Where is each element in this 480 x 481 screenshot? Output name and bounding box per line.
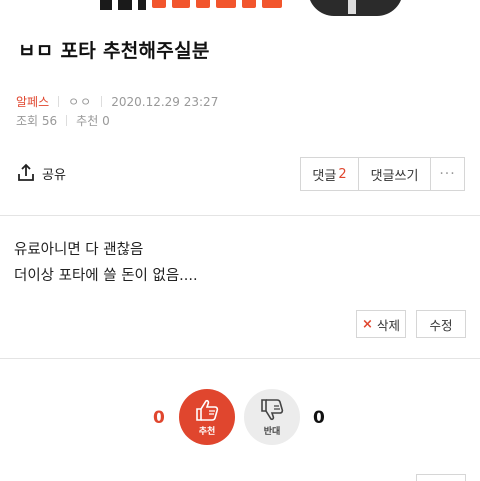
upvote-label: 추천 [198, 426, 216, 437]
post-date: 2020.12.29 23:27 [111, 94, 219, 109]
content-line: 유료아니면 다 괜찮음 [14, 242, 144, 258]
nickname: ㅇㅇ [68, 95, 93, 109]
close-icon: × [362, 316, 373, 332]
meta-divider [58, 96, 60, 107]
comments-label: 댓글 [312, 168, 337, 184]
author-name[interactable]: 알페스 [16, 93, 49, 110]
share-label: 공유 [42, 167, 66, 183]
list-button[interactable] [416, 474, 466, 481]
delete-button[interactable]: × 삭제 [356, 310, 406, 338]
upvote-button[interactable]: 추천 [179, 389, 235, 445]
thumbs-down-icon [261, 398, 284, 420]
thumbs-up-icon [196, 399, 219, 421]
section-divider [0, 358, 480, 359]
delete-label: 삭제 [376, 317, 400, 333]
post-meta-author: 알페스 ㅇㅇ 2020.12.29 23:27 [16, 93, 218, 110]
downvote-label: 반대 [263, 426, 281, 437]
ad-graphic [100, 0, 290, 12]
comments-button[interactable]: 댓글 2 [300, 157, 359, 191]
meta-divider [101, 96, 103, 107]
share-button[interactable]: 공유 [16, 163, 66, 183]
post-title: ㅂㅁ 포타 추천해주실분 [18, 40, 210, 62]
content-line: 더이상 포타에 쓸 돈이 없음.... [14, 268, 198, 284]
comments-count: 2 [338, 166, 347, 182]
meta-divider [66, 115, 68, 126]
ad-person-image [308, 0, 403, 16]
downvote-button[interactable]: 반대 [244, 389, 300, 445]
ad-banner[interactable] [0, 0, 480, 16]
upvote-count: 0 [153, 408, 165, 428]
more-options-button[interactable]: ··· [431, 157, 465, 191]
view-count: 조회 56 [16, 114, 58, 128]
write-comment-button[interactable]: 댓글쓰기 [359, 157, 431, 191]
post-meta-stats: 조회 56 추천 0 [16, 112, 110, 129]
share-icon [18, 163, 34, 181]
downvote-count: 0 [313, 408, 325, 428]
section-divider [0, 215, 480, 216]
edit-button[interactable]: 수정 [416, 310, 466, 338]
comment-toolbar: 댓글 2 댓글쓰기 ··· [300, 157, 465, 191]
recommend-count: 추천 0 [76, 114, 110, 128]
post-content: 유료아니면 다 괜찮음 더이상 포타에 쓸 돈이 없음.... [14, 237, 198, 289]
